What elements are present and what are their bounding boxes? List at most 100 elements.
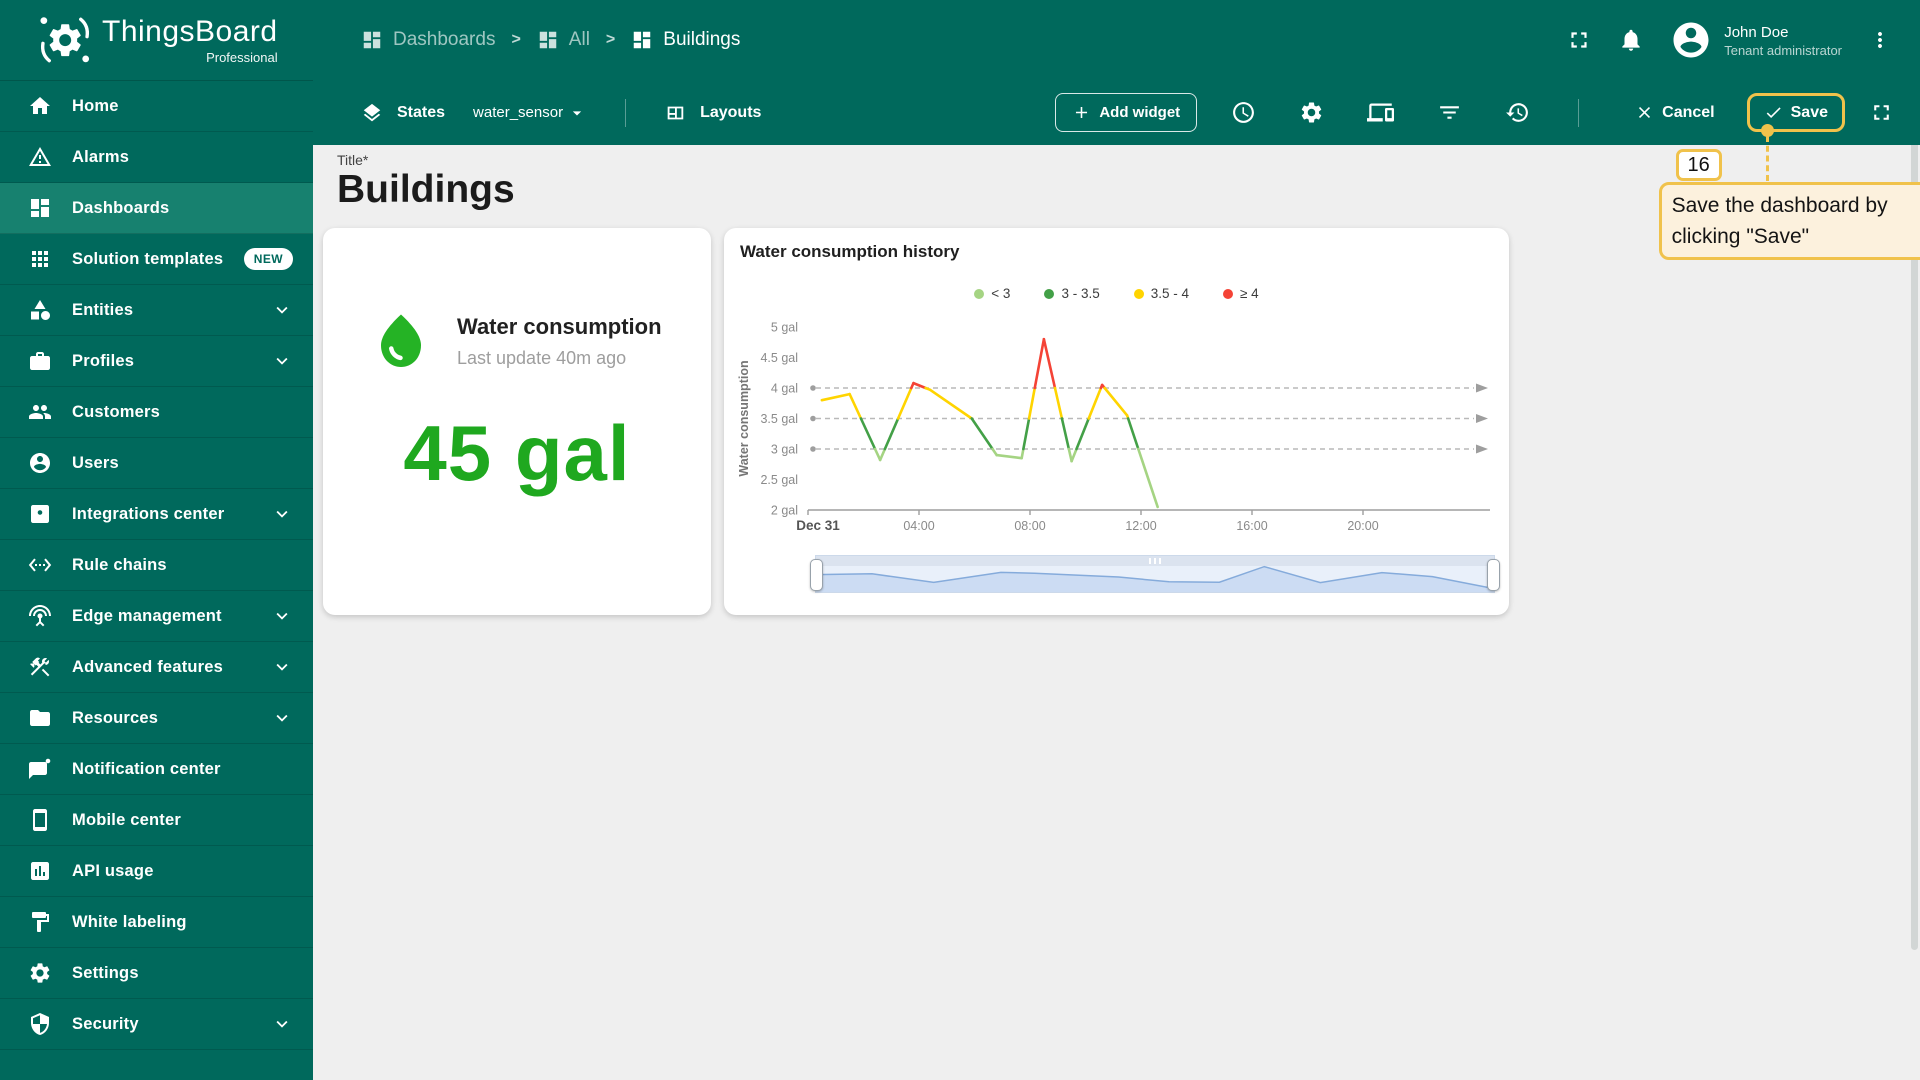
chevron-down-icon	[567, 103, 587, 123]
sidebar-item-customers[interactable]: Customers	[0, 387, 313, 438]
chevron-down-icon	[271, 299, 293, 321]
state-select-value: water_sensor	[473, 104, 564, 121]
expand-dashboard-icon[interactable]	[1869, 100, 1894, 125]
sidebar-item-advanced-features[interactable]: Advanced features	[0, 642, 313, 693]
sidebar-item-integrations-center[interactable]: Integrations center	[0, 489, 313, 540]
legend-dot-icon	[1133, 288, 1144, 299]
sidebar-item-white-labeling[interactable]: White labeling	[0, 897, 313, 948]
sidebar-item-dashboards[interactable]: Dashboards	[0, 183, 313, 234]
sidebar-item-rule-chains[interactable]: Rule chains	[0, 540, 313, 591]
chevron-down-icon	[271, 707, 293, 729]
notifications-bell-icon[interactable]	[1618, 27, 1644, 53]
fullscreen-icon[interactable]	[1566, 27, 1592, 53]
chevron-down-icon	[271, 656, 293, 678]
sidebar-item-label: Resources	[72, 708, 159, 727]
sidebar-item-label: Advanced features	[72, 657, 224, 676]
brush-handle-right[interactable]	[1487, 559, 1500, 591]
brush-grip-icon[interactable]	[1149, 558, 1161, 564]
widget-title: Water consumption	[457, 314, 662, 339]
breadcrumb-item-buildings[interactable]: Buildings	[631, 29, 740, 51]
version-history-icon[interactable]	[1505, 100, 1530, 125]
sidebar-item-settings[interactable]: Settings	[0, 948, 313, 999]
time-range-brush[interactable]	[810, 555, 1500, 593]
legend-label: < 3	[991, 286, 1011, 301]
water-consumption-history-widget[interactable]: Water consumption history < 3 3 - 3.5 3.5 …	[724, 228, 1509, 615]
toolbar-divider	[1578, 98, 1580, 127]
manage-layouts-devices-icon[interactable]	[1367, 99, 1395, 126]
sidebar: Home Alarms Dashboards Solution templates NE…	[0, 80, 313, 1080]
sidebar-item-label: Customers	[72, 402, 160, 421]
add-widget-button[interactable]: Add widget	[1055, 93, 1198, 132]
user-name: John Doe	[1724, 23, 1789, 41]
sidebar-item-notification-center[interactable]: Notification center	[0, 744, 313, 795]
breadcrumb-separator: >	[605, 31, 616, 48]
water-drop-icon	[371, 308, 431, 376]
breadcrumb-item-all[interactable]: All	[537, 29, 590, 51]
sidebar-item-security[interactable]: Security	[0, 999, 313, 1050]
legend-item[interactable]: 3 - 3.5	[1044, 286, 1100, 301]
folder-icon	[28, 706, 52, 730]
check-icon	[1764, 103, 1783, 122]
sidebar-item-label: White labeling	[72, 912, 187, 931]
time-window-icon[interactable]	[1231, 100, 1256, 125]
sidebar-item-alarms[interactable]: Alarms	[0, 132, 313, 183]
tools-icon	[28, 655, 52, 679]
thingsboard-app: ThingsBoard Professional Dashboards > All >…	[0, 0, 1920, 1080]
barchart-icon	[28, 859, 52, 883]
user-menu[interactable]: John Doe Tenant administrator	[1670, 19, 1842, 61]
sidebar-item-home[interactable]: Home	[0, 81, 313, 132]
legend-item[interactable]: < 3	[974, 286, 1010, 301]
svg-text:4.5 gal: 4.5 gal	[760, 351, 798, 365]
sidebar-item-solution-templates[interactable]: Solution templates NEW	[0, 234, 313, 285]
svg-text:4 gal: 4 gal	[771, 382, 798, 396]
dashboard-icon	[537, 29, 559, 51]
top-header: ThingsBoard Professional Dashboards > All >…	[0, 0, 1920, 80]
chevron-down-icon	[271, 1013, 293, 1035]
svg-text:2.5 gal: 2.5 gal	[760, 473, 798, 487]
plus-icon	[1072, 103, 1091, 122]
states-layers-icon	[361, 102, 383, 124]
legend-item[interactable]: ≥ 4	[1223, 286, 1259, 301]
home-icon	[28, 94, 52, 118]
thingsboard-logo-icon	[38, 13, 92, 67]
widget-last-update: Last update 40m ago	[457, 348, 627, 369]
water-consumption-widget[interactable]: Water consumption Last update 40m ago 45…	[323, 228, 711, 615]
sidebar-item-users[interactable]: Users	[0, 438, 313, 489]
brush-handle-left[interactable]	[810, 559, 823, 591]
more-menu-icon[interactable]	[1868, 28, 1892, 52]
dashboard-icon	[631, 29, 653, 51]
sidebar-item-edge-management[interactable]: Edge management	[0, 591, 313, 642]
layouts-icon	[664, 102, 686, 124]
sidebar-item-label: Profiles	[72, 351, 135, 370]
sidebar-item-profiles[interactable]: Profiles	[0, 336, 313, 387]
sidebar-item-label: Dashboards	[72, 198, 170, 217]
dashboard-icon	[361, 29, 383, 51]
phone-icon	[28, 808, 52, 832]
chevron-down-icon	[271, 503, 293, 525]
legend-label: 3 - 3.5	[1061, 286, 1100, 301]
app-logo[interactable]: ThingsBoard Professional	[0, 13, 313, 67]
sidebar-item-label: Notification center	[72, 759, 221, 778]
layouts-button[interactable]: Layouts	[700, 104, 761, 122]
legend-dot-icon	[974, 288, 985, 299]
code-icon	[28, 553, 52, 577]
sidebar-item-entities[interactable]: Entities	[0, 285, 313, 336]
user-role: Tenant administrator	[1724, 43, 1842, 59]
filter-icon[interactable]	[1437, 100, 1462, 125]
breadcrumb-item-dashboards[interactable]: Dashboards	[361, 29, 495, 51]
sidebar-item-mobile-center[interactable]: Mobile center	[0, 795, 313, 846]
avatar	[1670, 19, 1712, 61]
sidebar-item-resources[interactable]: Resources	[0, 693, 313, 744]
header-actions: John Doe Tenant administrator	[1566, 19, 1920, 61]
apps-icon	[28, 247, 52, 271]
cancel-button[interactable]: Cancel	[1627, 97, 1722, 128]
legend-label: ≥ 4	[1240, 286, 1259, 301]
chart-title: Water consumption history	[740, 242, 960, 261]
sidebar-item-api-usage[interactable]: API usage	[0, 846, 313, 897]
legend-item[interactable]: 3.5 - 4	[1133, 286, 1189, 301]
sidebar-item-label: Mobile center	[72, 810, 181, 829]
state-select[interactable]: water_sensor	[473, 103, 587, 123]
dashboard-settings-gear-icon[interactable]	[1299, 100, 1324, 125]
sidebar-item-label: Home	[72, 96, 119, 115]
annotation-callout: Save the dashboard by clicking "Save"	[1658, 182, 1920, 260]
